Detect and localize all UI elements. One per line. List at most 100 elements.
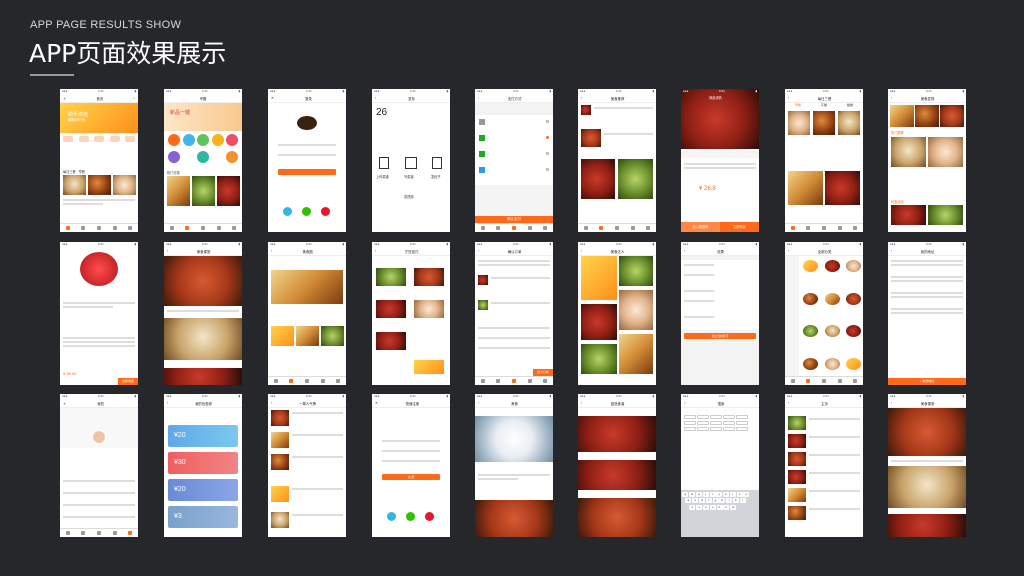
screen-coupons: ●●● 9:41 ▮ ‹ 我的优惠券 ¥20 ¥30 ¥20 ¥3	[164, 394, 242, 537]
qq-icon[interactable]	[283, 207, 292, 216]
recipe-icon[interactable]	[379, 157, 389, 169]
screen-recommend: ●●● 9:41 ▮ ‹ 美食推荐	[578, 89, 656, 232]
screen-circle: ●●● 9:41 ▮ ‹ 美食圈	[268, 242, 346, 385]
section-promo: 优惠活动	[891, 200, 904, 204]
screen-meals: ●●● 9:41 ▮ ‹ 每日三餐 早餐 午餐 晚餐	[785, 89, 863, 232]
screen-class: ●●● 9:41 ▮ ‹ 美食课堂	[164, 242, 242, 385]
nav-title: 我的优惠券	[195, 401, 213, 406]
presentation-slide: APP PAGE RESULTS SHOW APP页面效果展示 ●●● 9:41…	[0, 0, 1024, 576]
nav-title: 我的	[97, 401, 105, 406]
coupon-1[interactable]: ¥20	[168, 425, 238, 447]
banner-sub: 翻新好时光	[68, 118, 86, 122]
nav-title: 主页	[821, 401, 828, 406]
buy-button[interactable]: 立即购买	[118, 378, 138, 385]
coupon-4[interactable]: ¥3	[168, 506, 238, 528]
nav-title: 商品详情	[709, 96, 722, 100]
nav-title: 首页	[96, 96, 104, 101]
nav-title: 确认订单	[507, 249, 522, 254]
submit-order-button[interactable]: 提交订单	[533, 369, 553, 376]
slide-subtitle: APP PAGE RESULTS SHOW	[30, 19, 182, 31]
category-icons[interactable]	[63, 136, 135, 154]
nav-title: 登录	[305, 96, 312, 101]
coupon-3[interactable]: ¥20	[168, 479, 238, 501]
nav-title: 美食圈	[302, 249, 313, 254]
meal-tabs[interactable]: 早餐 午餐 晚餐	[785, 103, 863, 109]
weibo-icon[interactable]	[321, 207, 330, 216]
screen-payment: ●●● 9:41 ▮ ‹ 支付方式 确认支付	[475, 89, 553, 232]
tab-dinner[interactable]: 晚餐	[847, 103, 853, 109]
section-title: 每日三餐 · 早餐	[63, 170, 85, 174]
logo	[297, 116, 317, 130]
keyboard[interactable]: qwertyuiop asdfghjkl zxcvbnm	[681, 490, 759, 537]
nav-title: 甜品食谱	[610, 401, 625, 406]
write-icon[interactable]	[405, 157, 417, 169]
nav-title: 专题	[199, 96, 207, 101]
banner[interactable]: 助手烘焙 翻新好时光	[60, 103, 138, 133]
coupon-2[interactable]: ¥30	[168, 452, 238, 474]
screen-publish: ●●● 9:41 ▮ ‹ 发布 26 上传菜谱 写菜谱 发帖子 发视频	[372, 89, 450, 232]
section-title: 热门分类	[167, 171, 180, 175]
post-icon[interactable]	[432, 157, 442, 169]
nav-title: 美食推荐	[610, 96, 625, 101]
screen-ranking: ●●● 9:41 ▮ ‹ 一周人气榜	[268, 394, 346, 537]
tab-lunch[interactable]: 午餐	[821, 103, 827, 109]
nav-title: 全部分类	[817, 249, 832, 254]
nav-title: 美食	[511, 401, 518, 406]
screen-register: ●●● 9:41 ▮ ✕ 快速注册 注 册	[372, 394, 450, 537]
screen-product: ●●● 9:41 ▮ 商品详情 ¥ 26.8 加入购物车 立即购买	[681, 89, 759, 232]
wechat-icon[interactable]	[302, 207, 311, 216]
weibo-icon[interactable]	[425, 512, 434, 521]
nav-title: 美食发现	[920, 96, 935, 101]
title-divider	[30, 74, 74, 76]
screen-home: ●●● 9:41 ▮ ＋首页 ⌕ 助手烘焙 翻新好时光 每日三餐 · 早餐	[60, 89, 138, 232]
nav-title: 美食达人	[610, 249, 625, 254]
screen-discover: ●●● 9:41 ▮ ‹ 美食发现 热门推荐 优惠活动	[888, 89, 966, 232]
buy-now-button[interactable]: 立即购买	[720, 222, 759, 232]
screen-search: ●●● 9:41 ▮ ⌕ 搜索 qwertyuiop asdfghjkl zxcvbn…	[681, 394, 759, 537]
settings-list[interactable]	[681, 260, 759, 330]
nav-title: 支付方式	[507, 96, 522, 101]
add-cart-button[interactable]: 加入购物车	[681, 222, 720, 232]
tag-list[interactable]	[683, 414, 757, 470]
logout-button[interactable]: 退出当前账号	[684, 333, 756, 339]
screen-dessert: ●●● 9:41 ▮ ‹ 甜品食谱	[578, 394, 656, 537]
nav-title: 搜索	[717, 401, 725, 406]
nav-title: 设置	[717, 249, 724, 254]
banner-title: 新品一键	[170, 110, 191, 116]
nav-title: 美食课堂	[196, 249, 211, 254]
nav-title: 我的地址	[920, 249, 935, 254]
screen-food-feed: ●●● 9:41 ▮ ‹ 美食	[475, 394, 553, 537]
banner-title: 助手烘焙	[68, 112, 89, 118]
screen-settings: ●●● 9:41 ▮ ‹ 设置 退出当前账号	[681, 242, 759, 385]
screen-profile: ●●● 9:41 ▮ ＋我的	[60, 394, 138, 537]
payment-list[interactable]	[475, 115, 553, 185]
search-icon[interactable]: ⌕	[133, 96, 135, 100]
product-image	[80, 252, 118, 286]
pay-button[interactable]: 确认支付	[475, 216, 553, 223]
section-hot: 热门推荐	[891, 131, 904, 135]
tab-bar[interactable]	[60, 223, 138, 232]
banner[interactable]: 新品一键	[164, 103, 242, 131]
screen-categories: ●●● 9:41 ▮ ‹ 全部分类	[785, 242, 863, 385]
register-button[interactable]: 注 册	[382, 474, 440, 480]
screen-address: ●●● 9:41 ▮ ‹ 我的地址 + 新增地址	[888, 242, 966, 385]
add-address-button[interactable]: + 新增地址	[888, 378, 966, 385]
nav-title: 一周人气榜	[299, 401, 317, 406]
avatar[interactable]	[92, 430, 106, 444]
label-video: 发视频	[404, 195, 414, 199]
login-button[interactable]	[278, 169, 336, 175]
screen-order: ●●● 9:41 ▮ ‹ 确认订单 提交订单	[475, 242, 553, 385]
tab-breakfast[interactable]: 早餐	[795, 103, 801, 109]
wechat-icon[interactable]	[406, 512, 415, 521]
label-write: 写菜谱	[404, 175, 414, 179]
screen-product-detail: ●●● 9:41 ▮ ¥ 99.00 立即购买	[60, 242, 138, 385]
price: ¥ 99.00	[63, 371, 77, 376]
search-bar[interactable]: ⌕ 搜索	[681, 399, 759, 408]
category-grid[interactable]	[168, 134, 238, 168]
qq-icon[interactable]	[387, 512, 396, 521]
nav-title: 每日三餐	[817, 96, 832, 101]
category-grid[interactable]	[803, 260, 861, 370]
date-day: 26	[376, 107, 388, 118]
screen-topics: ●●● 9:41 ▮ 专题 新品一键 热门分类	[164, 89, 242, 232]
screen-skills: ●●● 9:41 ▮ ‹ 烹饪技巧	[372, 242, 450, 385]
